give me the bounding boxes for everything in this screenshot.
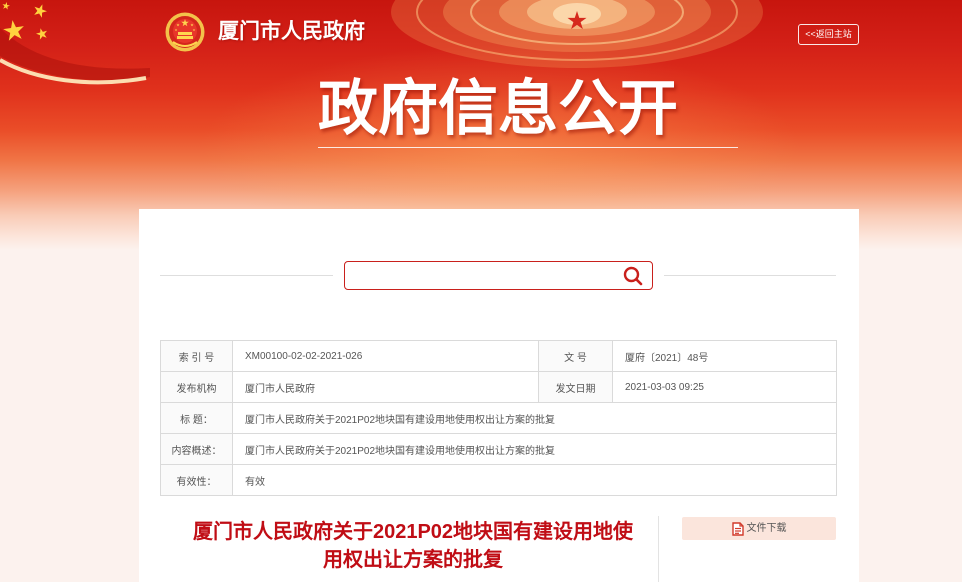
table-row: 标 题： 厦门市人民政府关于2021P02地块国有建设用地使用权出让方案的批复: [160, 402, 837, 434]
article-title: 厦门市人民政府关于2021P02地块国有建设用地使用权出让方案的批复: [192, 521, 634, 571]
title-value: 厦门市人民政府关于2021P02地块国有建设用地使用权出让方案的批复: [232, 402, 837, 434]
issue-date-value: 2021-03-03 09:25: [612, 371, 837, 403]
banner-underline: [318, 147, 738, 148]
search-box: [344, 261, 653, 290]
validity-label: 有效性：: [160, 464, 233, 496]
banner-title: 政府信息公开: [318, 75, 678, 142]
table-row: 索 引 号 XM00100-02-02-2021-026 文 号 厦府〔2021…: [160, 340, 837, 372]
index-no-label: 索 引 号: [160, 340, 233, 372]
search-input[interactable]: [353, 262, 615, 289]
site-logo-link[interactable]: 厦门市人民政府: [165, 12, 365, 52]
national-emblem-icon: [165, 12, 205, 52]
star-icon: [1, 1, 49, 42]
document-icon: [731, 521, 744, 536]
file-download-button[interactable]: 文件下载: [682, 517, 836, 540]
publisher-label: 发布机构: [160, 371, 233, 403]
vertical-divider: [658, 516, 659, 582]
table-row: 有效性： 有效: [160, 464, 837, 496]
search-divider-left: [160, 275, 333, 276]
table-row: 发布机构 厦门市人民政府 发文日期 2021-03-03 09:25: [160, 371, 837, 403]
site-name: 厦门市人民政府: [218, 20, 365, 43]
back-to-main-site-link[interactable]: <<返回主站: [798, 24, 859, 45]
doc-no-value: 厦府〔2021〕48号: [612, 340, 837, 372]
stars-ribbon-decoration: [0, 1, 150, 85]
table-row: 内容概述： 厦门市人民政府关于2021P02地块国有建设用地使用权出让方案的批复: [160, 433, 837, 465]
publisher-value: 厦门市人民政府: [232, 371, 539, 403]
summary-label: 内容概述：: [160, 433, 233, 465]
download-label: 文件下载: [746, 522, 787, 534]
summary-value: 厦门市人民政府关于2021P02地块国有建设用地使用权出让方案的批复: [232, 433, 837, 465]
search-divider-right: [664, 275, 836, 276]
content-panel: 索 引 号 XM00100-02-02-2021-026 文 号 厦府〔2021…: [139, 209, 859, 582]
ribbon-shape: [0, 28, 150, 81]
search-icon: [623, 266, 643, 286]
index-no-value: XM00100-02-02-2021-026: [232, 340, 539, 372]
page: 厦门市人民政府 <<返回主站 政府信息公开 索 引 号 XM00100-02-0…: [0, 0, 962, 582]
title-label: 标 题：: [160, 402, 233, 434]
ceiling-star-decoration: [391, 0, 763, 68]
document-info-table: 索 引 号 XM00100-02-02-2021-026 文 号 厦府〔2021…: [160, 340, 837, 496]
doc-no-label: 文 号: [538, 340, 613, 372]
issue-date-label: 发文日期: [538, 371, 613, 403]
validity-value: 有效: [232, 464, 837, 496]
search-button[interactable]: [622, 265, 644, 287]
